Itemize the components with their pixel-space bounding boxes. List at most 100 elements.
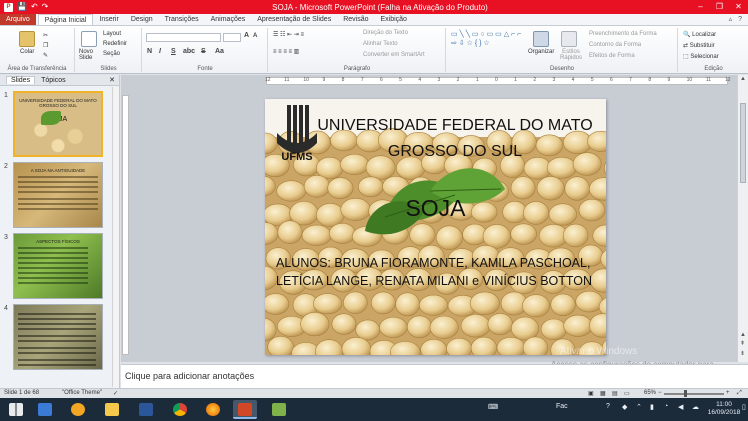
- tab-view[interactable]: Exibição: [374, 14, 412, 25]
- next-slide-icon[interactable]: ⇟: [740, 350, 745, 357]
- paste-icon[interactable]: [19, 31, 35, 47]
- spellcheck-icon[interactable]: ✓: [113, 390, 118, 397]
- tab-slideshow[interactable]: Apresentação de Slides: [251, 14, 337, 25]
- slide-thumbnail-3[interactable]: 3 ASPECTOS FÍSICOS: [0, 232, 120, 302]
- input-language[interactable]: Fac: [556, 403, 568, 410]
- tab-review[interactable]: Revisão: [337, 14, 374, 25]
- taskbar-settings[interactable]: [66, 400, 90, 419]
- cut-icon[interactable]: ✂: [43, 32, 48, 39]
- keyboard-icon[interactable]: ⌨: [488, 403, 498, 411]
- undo-icon[interactable]: ↶: [31, 0, 38, 14]
- bold-button[interactable]: N: [147, 48, 152, 55]
- shapes-gallery[interactable]: ▭ ╲ ╲ ▭ ○ ▭ ▭ △ ⌐ ⌐ ⇨ ⇩ ☆ { } ☆: [451, 30, 523, 48]
- show-hidden-icons[interactable]: ⌃: [636, 403, 642, 411]
- slide-body-text[interactable]: ALUNOS: BRUNA FIORAMONTE, KAMILA PASCHOA…: [276, 254, 606, 290]
- text-direction-button[interactable]: Direção do Texto: [363, 30, 408, 36]
- shape-outline-button[interactable]: Contorno da Forma: [589, 42, 641, 48]
- align-icons[interactable]: ≡ ≡ ≡ ≡ ▥: [273, 48, 299, 55]
- slide-title[interactable]: UNIVERSIDADE FEDERAL DO MATO GROSSO DO S…: [305, 113, 605, 165]
- tab-insert[interactable]: Inserir: [93, 14, 124, 25]
- network-icon[interactable]: ▮: [650, 403, 654, 411]
- paste-button[interactable]: Colar: [20, 49, 34, 55]
- tab-home[interactable]: Página Inicial: [37, 14, 94, 25]
- strikethrough-button[interactable]: S: [201, 48, 206, 55]
- new-slide-icon[interactable]: [81, 31, 97, 47]
- view-reading-icon[interactable]: ▤: [612, 390, 618, 397]
- slide-subtitle[interactable]: SOJA: [265, 195, 606, 222]
- powerpoint-app-icon[interactable]: P: [4, 2, 13, 12]
- section-button[interactable]: Seção: [103, 51, 120, 57]
- slide-scrollbar[interactable]: ▲ ▲ ⇞ ⇟: [737, 75, 748, 362]
- font-size-combo[interactable]: [223, 33, 241, 42]
- reset-button[interactable]: Redefinir: [103, 41, 127, 47]
- zoom-slider-handle[interactable]: [684, 390, 687, 397]
- replace-button[interactable]: ⇄ Substituir: [683, 42, 715, 49]
- taskbar-firefox[interactable]: [201, 400, 225, 419]
- tab-design[interactable]: Design: [125, 14, 159, 25]
- layout-button[interactable]: Layout: [103, 31, 121, 37]
- underline-button[interactable]: S: [171, 48, 176, 55]
- format-painter-icon[interactable]: ✎: [43, 52, 48, 59]
- current-slide[interactable]: UFMS UNIVERSIDADE FEDERAL DO MATO GROSSO…: [265, 99, 606, 355]
- tab-file[interactable]: Arquivo: [0, 14, 36, 25]
- convert-smartart-button[interactable]: Converter em SmartArt: [363, 52, 425, 58]
- shape-effects-button[interactable]: Efeitos de Forma: [589, 53, 635, 59]
- zoom-level[interactable]: 65%: [644, 390, 656, 396]
- shadow-button[interactable]: abc: [183, 48, 195, 55]
- tab-transitions[interactable]: Transições: [159, 14, 205, 25]
- help-icon[interactable]: ?: [738, 14, 742, 25]
- slide-thumbnail-2[interactable]: 2 A SOJA NA ANTIGUIDADE: [0, 161, 120, 231]
- onedrive-icon[interactable]: ☁: [692, 403, 699, 411]
- scroll-up-small-icon[interactable]: ▲: [740, 332, 746, 338]
- view-sorter-icon[interactable]: ▦: [600, 390, 606, 397]
- find-button[interactable]: 🔍 Localizar: [683, 31, 716, 38]
- taskbar-chrome[interactable]: [168, 400, 192, 419]
- tab-outline-panel[interactable]: Tópicos: [41, 77, 66, 84]
- notifications-icon[interactable]: ▯: [742, 403, 746, 411]
- quick-styles-icon[interactable]: [561, 31, 577, 47]
- shrink-font-button[interactable]: A: [253, 33, 257, 39]
- view-normal-icon[interactable]: ▣: [588, 390, 594, 397]
- scroll-up-icon[interactable]: ▲: [740, 76, 746, 82]
- wifi-icon[interactable]: ◔: [664, 403, 668, 410]
- bullets-icon[interactable]: ☰ ☷ ⇤ ⇥ ≡: [273, 31, 304, 38]
- slide-thumbnail-4[interactable]: 4: [0, 303, 120, 373]
- zoom-in-button[interactable]: +: [726, 390, 730, 396]
- previous-slide-icon[interactable]: ⇞: [740, 340, 745, 347]
- fit-slide-icon[interactable]: ⤢: [737, 390, 742, 397]
- zoom-slider[interactable]: [664, 393, 724, 395]
- arrange-icon[interactable]: [533, 31, 549, 47]
- zoom-out-button[interactable]: −: [658, 390, 662, 396]
- grow-font-button[interactable]: A: [244, 32, 249, 39]
- new-slide-button[interactable]: Novo Slide: [79, 49, 101, 61]
- close-panel-icon[interactable]: ✕: [109, 76, 119, 84]
- minimize-button[interactable]: –: [691, 0, 710, 14]
- taskbar-powerpoint[interactable]: [233, 400, 257, 419]
- taskbar-file-explorer[interactable]: [100, 400, 124, 419]
- shape-fill-button[interactable]: Preenchimento da Forma: [589, 31, 657, 37]
- arrange-button[interactable]: Organizar: [528, 49, 554, 55]
- system-clock[interactable]: 11:00 16/09/2018: [706, 401, 742, 417]
- change-case-button[interactable]: Aa: [215, 48, 224, 55]
- save-icon[interactable]: 💾: [17, 0, 27, 14]
- italic-button[interactable]: I: [159, 48, 161, 55]
- taskbar-paint[interactable]: [267, 400, 291, 419]
- notes-pane[interactable]: Clique para adicionar anotações: [121, 364, 748, 388]
- start-button[interactable]: [4, 400, 28, 419]
- close-button[interactable]: ✕: [729, 0, 748, 14]
- redo-icon[interactable]: ↷: [42, 0, 49, 14]
- scroll-thumb[interactable]: [740, 103, 746, 183]
- slides-panel-scrollbar[interactable]: [112, 87, 119, 387]
- help-tray-icon[interactable]: ?: [606, 403, 610, 410]
- taskbar-media-player[interactable]: [33, 400, 57, 419]
- restore-button[interactable]: ❐: [710, 0, 729, 14]
- select-button[interactable]: ⬚ Selecionar: [683, 53, 719, 60]
- volume-icon[interactable]: ◀: [678, 403, 683, 411]
- font-name-combo[interactable]: [146, 33, 221, 42]
- slide-thumbnail-1[interactable]: 1 UNIVERSIDADE FEDERAL DO MATO GROSSO DO…: [0, 90, 120, 160]
- copy-icon[interactable]: ❐: [43, 42, 48, 49]
- tab-animations[interactable]: Animações: [205, 14, 252, 25]
- tray-app-icon[interactable]: ◆: [622, 403, 627, 411]
- align-text-button[interactable]: Alinhar Texto: [363, 41, 398, 47]
- view-slideshow-icon[interactable]: ▭: [624, 390, 630, 397]
